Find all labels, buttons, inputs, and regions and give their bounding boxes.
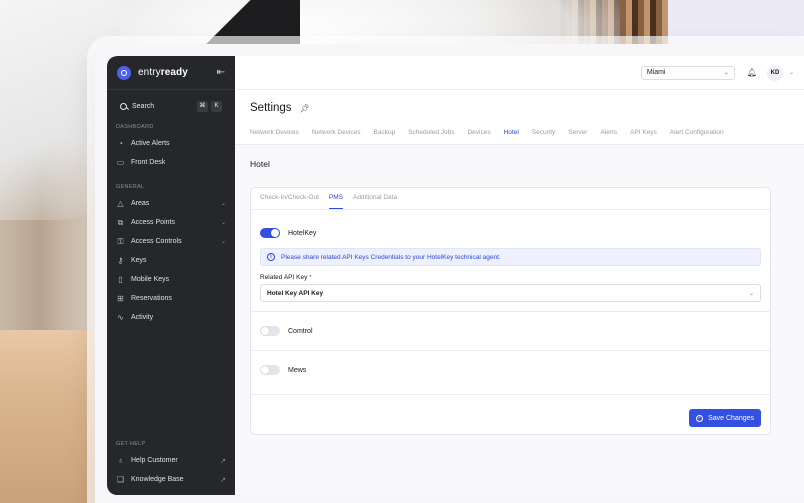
- sidebar-item-mobile-keys[interactable]: ▯ Mobile Keys: [107, 270, 235, 289]
- hotelkey-row: HotelKey: [260, 224, 761, 242]
- bell-icon[interactable]: 🔔︎: [747, 68, 757, 77]
- integration-mews: Mews: [251, 351, 770, 395]
- page-header: Settings 📌︎: [235, 90, 804, 126]
- section-label-get-help: GET HELP: [116, 441, 146, 447]
- sidebar-item-knowledge-base[interactable]: ❏ Knowledge Base ↗: [107, 470, 235, 489]
- search-input[interactable]: Search ⌘ K: [116, 98, 226, 114]
- tab-alert-configuration[interactable]: Alert Configuration: [670, 126, 724, 144]
- lightbulb-icon: ♁: [117, 456, 124, 465]
- brand: entryready ⇤: [107, 56, 235, 90]
- section-label-general: GENERAL: [116, 184, 145, 190]
- key-icon: ⚷: [117, 256, 124, 265]
- monitor-icon: ▭: [116, 158, 125, 167]
- access-controls-icon: ⚿: [117, 237, 124, 246]
- sidebar-item-areas[interactable]: △ Areas ⌄: [107, 194, 235, 213]
- sidebar-item-access-controls[interactable]: ⚿ Access Controls ⌄: [107, 232, 235, 251]
- tab-alerts[interactable]: Alerts: [600, 126, 617, 144]
- app-window: entryready ⇤ Search ⌘ K DASHBOARD ◔ Activ…: [95, 44, 804, 503]
- mews-row: Mews: [260, 361, 761, 379]
- comtrol-toggle[interactable]: [260, 326, 280, 336]
- tab-hotel[interactable]: Hotel: [504, 126, 519, 144]
- info-banner: i Please share related API Keys Credenti…: [260, 248, 761, 266]
- topbar: Miami ⌄ 🔔︎ KD ⌄: [235, 56, 804, 90]
- subtab-pms[interactable]: PMS: [328, 188, 343, 209]
- collapse-sidebar-icon[interactable]: ⇤: [217, 67, 225, 78]
- save-button[interactable]: ✓ Save Changes: [689, 409, 761, 427]
- section-label-dashboard: DASHBOARD: [116, 124, 154, 130]
- chevron-down-icon: ⌄: [220, 239, 226, 245]
- search-shortcut: ⌘ K: [197, 100, 222, 112]
- reservations-icon: ⊞: [117, 294, 124, 303]
- chevron-down-icon: ⌄: [220, 220, 226, 226]
- tab-scheduled-jobs[interactable]: Scheduled Jobs: [408, 126, 454, 144]
- brand-name: entryready: [138, 67, 188, 78]
- sidebar-item-help-customer[interactable]: ♁ Help Customer ↗: [107, 451, 235, 470]
- sidebar-item-reservations[interactable]: ⊞ Reservations: [107, 289, 235, 308]
- sidebar-item-activity[interactable]: ∿ Activity: [107, 308, 235, 327]
- access-points-icon: ⧉: [117, 218, 124, 227]
- subtab-additional-data[interactable]: Additional Data: [353, 188, 397, 209]
- mews-toggle[interactable]: [260, 365, 280, 375]
- mobile-icon: ▯: [118, 275, 123, 284]
- hotel-settings-card: Check-In/Check-Out PMS Additional Data H…: [250, 187, 771, 435]
- subtab-check-in-out[interactable]: Check-In/Check-Out: [260, 188, 319, 209]
- chevron-down-icon: ⌄: [748, 290, 754, 297]
- chevron-down-icon[interactable]: ⌄: [789, 69, 794, 76]
- chevron-down-icon: ⌄: [723, 70, 729, 76]
- comtrol-row: Comtrol: [260, 322, 761, 340]
- api-key-select[interactable]: Hotel Key API Key ⌄: [260, 284, 761, 302]
- brand-logo-icon: [117, 65, 131, 80]
- sidebar: entryready ⇤ Search ⌘ K DASHBOARD ◔ Activ…: [107, 56, 235, 495]
- chevron-down-icon: ⌄: [220, 201, 226, 207]
- tab-security[interactable]: Security: [532, 126, 555, 144]
- activity-icon: ∿: [117, 313, 124, 322]
- location-select[interactable]: Miami ⌄: [640, 65, 735, 80]
- integration-hotelkey: HotelKey i Please share related API Keys…: [251, 210, 770, 312]
- avatar[interactable]: KD: [766, 64, 783, 81]
- tab-api-keys[interactable]: API Keys: [630, 126, 657, 144]
- tab-server[interactable]: Server: [568, 126, 587, 144]
- page-title: Settings: [250, 102, 292, 114]
- search-icon: [120, 102, 127, 110]
- main-content: Miami ⌄ 🔔︎ KD ⌄ Settings 📌︎ Network Devi…: [235, 56, 804, 495]
- external-link-icon: ↗: [220, 476, 226, 484]
- settings-tabs: Network Devices Network Devices Backup S…: [235, 126, 804, 145]
- sidebar-item-active-alerts[interactable]: ◔ Active Alerts: [107, 134, 235, 153]
- tab-backup[interactable]: Backup: [374, 126, 396, 144]
- sidebar-item-access-points[interactable]: ⧉ Access Points ⌄: [107, 213, 235, 232]
- hotelkey-toggle[interactable]: [260, 228, 280, 238]
- api-key-label: Related API Key *: [260, 274, 312, 281]
- sidebar-help: GET HELP ♁ Help Customer ↗ ❏ Knowledge B…: [107, 433, 235, 489]
- areas-icon: △: [117, 199, 124, 208]
- pin-icon[interactable]: 📌︎: [300, 104, 310, 113]
- check-circle-icon: ✓: [696, 414, 704, 422]
- tab-network-devices-2[interactable]: Network Devices: [312, 126, 361, 144]
- alert-circle-icon: ◔: [118, 139, 123, 148]
- sidebar-item-keys[interactable]: ⚷ Keys: [107, 251, 235, 270]
- integration-comtrol: Comtrol: [251, 312, 770, 351]
- info-icon: i: [267, 253, 275, 261]
- external-link-icon: ↗: [220, 457, 226, 465]
- section-title: Hotel: [250, 159, 270, 169]
- hotel-subtabs: Check-In/Check-Out PMS Additional Data: [251, 188, 770, 210]
- book-icon: ❏: [116, 475, 125, 484]
- search-placeholder: Search: [132, 102, 155, 110]
- tab-network-devices[interactable]: Network Devices: [250, 126, 299, 144]
- tab-devices[interactable]: Devices: [467, 126, 490, 144]
- sidebar-item-front-desk[interactable]: ▭ Front Desk: [107, 153, 235, 172]
